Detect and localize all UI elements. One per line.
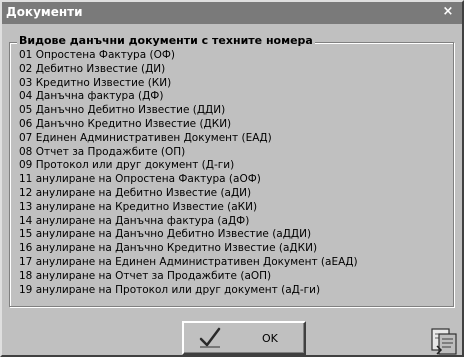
list-item: 17 анулиране на Единен Административен Д… (19, 255, 358, 268)
ok-button[interactable]: OK (182, 321, 306, 355)
title-bar[interactable]: Документи × (2, 2, 462, 24)
list-item: 05 Данъчно Дебитно Известие (ДДИ) (19, 104, 226, 117)
list-item: 16 анулиране на Данъчно Кредитно Извести… (19, 242, 318, 255)
list-item: 02 Дебитно Известие (ДИ) (19, 62, 166, 75)
list-item: 04 Данъчна фактура (ДФ) (19, 90, 164, 103)
list-item: 14 анулиране на Данъчна фактура (аДФ) (19, 214, 250, 227)
list-item: 08 Отчет за Продажбите (ОП) (19, 145, 186, 158)
list-item: 19 анулиране на Протокол или друг докуме… (19, 283, 321, 296)
checkmark-icon (199, 327, 221, 348)
list-item: 18 анулиране на Отчет за Продажбите (аОП… (19, 269, 272, 282)
list-item: 12 анулиране на Дебитно Известие (аДИ) (19, 186, 252, 199)
list-item: 11 анулиране на Опростена Фактура (аОФ) (19, 173, 261, 186)
list-item: 06 Данъчно Кредитно Известие (ДКИ) (19, 117, 232, 130)
list-item: 13 анулиране на Кредитно Известие (аКИ) (19, 200, 258, 213)
list-item: 01 Опростена Фактура (ОФ) (19, 49, 175, 61)
document-type-list: 01 Опростена Фактура (ОФ) 02 Дебитно Изв… (19, 49, 358, 297)
list-item: 03 Кредитно Известие (КИ) (19, 76, 172, 89)
list-item: 15 анулиране на Данъчно Дебитно Известие… (19, 228, 312, 241)
documents-dialog: Документи × Видове данъчни документи с т… (0, 0, 464, 357)
document-copy-icon[interactable] (429, 326, 459, 356)
list-item: 07 Единен Административен Документ (ЕАД) (19, 131, 272, 144)
close-button[interactable]: × (440, 4, 456, 20)
window-title: Документи (6, 5, 83, 19)
group-title: Видове данъчни документи с техните номер… (17, 34, 315, 48)
list-item: 09 Протокол или друг документ (Д-ги) (19, 159, 235, 172)
ok-button-label: OK (262, 332, 278, 345)
